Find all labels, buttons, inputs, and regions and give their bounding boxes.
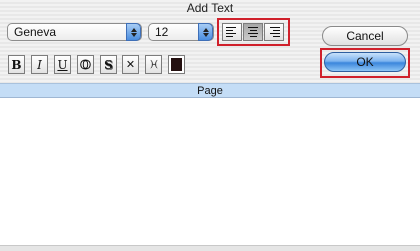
add-text-window: Add Text Geneva 12 Cancel OK B I U O S ✕… (0, 0, 420, 251)
italic-button[interactable]: I (31, 55, 48, 74)
condense-button[interactable]: ✕ (122, 55, 139, 74)
ok-highlight-frame: OK (320, 48, 410, 78)
popup-arrows-icon (198, 23, 213, 41)
font-popup-value: Geneva (14, 25, 57, 39)
size-popup-value: 12 (155, 25, 169, 39)
align-center-button[interactable] (243, 23, 263, 41)
page-header: Page (0, 83, 420, 98)
align-right-button[interactable] (264, 23, 284, 41)
align-left-button[interactable] (222, 23, 242, 41)
color-swatch-fill (171, 58, 182, 71)
window-title: Add Text (186, 1, 234, 15)
size-popup[interactable]: 12 (148, 23, 214, 41)
ok-button[interactable]: OK (324, 52, 406, 72)
font-popup[interactable]: Geneva (7, 23, 142, 41)
window-bottom-edge (0, 245, 420, 251)
cancel-button[interactable]: Cancel (322, 26, 408, 46)
extend-button[interactable]: )-( (145, 55, 162, 74)
bold-button[interactable]: B (8, 55, 25, 74)
shadow-button[interactable]: S (100, 55, 117, 74)
alignment-highlight-frame (217, 18, 290, 46)
page-text-area[interactable] (0, 98, 420, 245)
popup-arrows-icon (126, 23, 141, 41)
color-swatch[interactable] (168, 55, 185, 74)
outline-button[interactable]: O (77, 55, 94, 74)
underline-button[interactable]: U (54, 55, 71, 74)
